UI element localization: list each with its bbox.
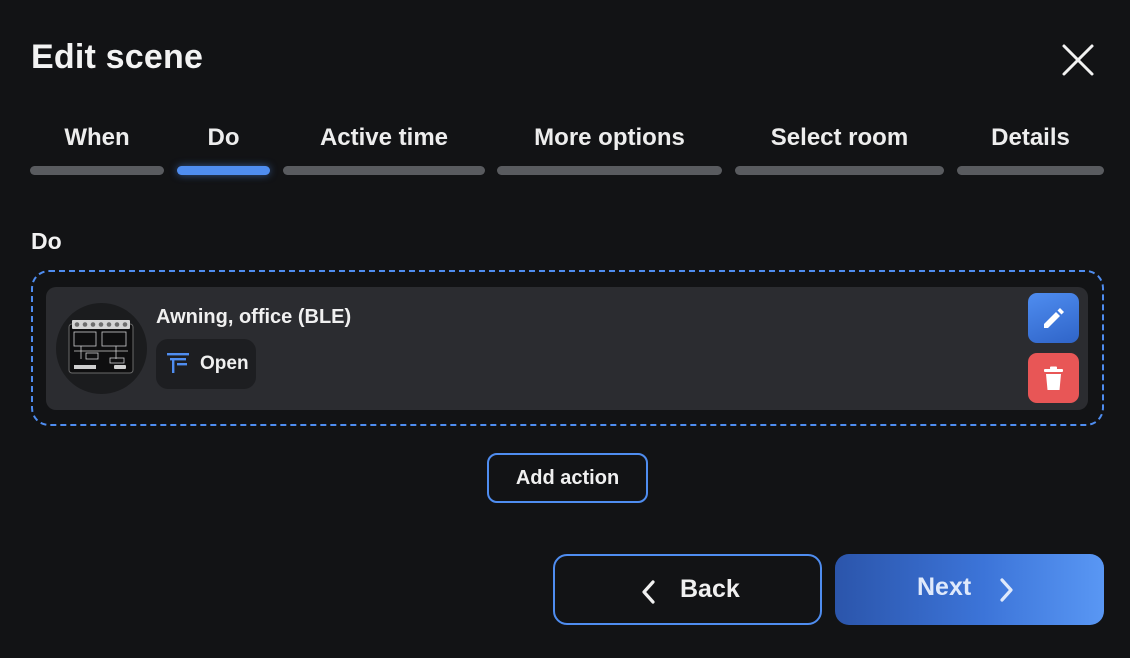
back-button-label: Back <box>680 575 740 603</box>
delete-action-button[interactable] <box>1028 353 1079 403</box>
tab-label: More options <box>534 124 685 151</box>
dialog-title: Edit scene <box>31 38 204 76</box>
next-button[interactable]: Next <box>835 554 1104 625</box>
back-button[interactable]: Back <box>553 554 822 625</box>
tab-indicator-active <box>177 166 270 175</box>
action-state-chip: Open <box>156 339 256 389</box>
chevron-right-icon <box>1000 578 1013 602</box>
tab-label: Details <box>991 124 1070 151</box>
tab-label: Select room <box>770 124 909 151</box>
tab-indicator <box>957 166 1104 175</box>
close-button[interactable] <box>1058 40 1098 80</box>
pencil-icon <box>1044 308 1064 328</box>
add-action-button[interactable]: Add action <box>487 453 648 503</box>
edit-scene-dialog: Edit scene When Do Active time More opti… <box>0 0 1130 658</box>
tab-indicator <box>735 166 944 175</box>
shelly-device-image <box>68 320 134 374</box>
tab-active-time[interactable]: Active time <box>283 120 485 180</box>
close-icon <box>1062 44 1094 76</box>
device-avatar <box>56 303 147 394</box>
tab-when[interactable]: When <box>30 120 164 180</box>
chevron-left-icon <box>642 580 655 604</box>
next-button-label: Next <box>917 573 972 601</box>
tab-more-options[interactable]: More options <box>497 120 722 180</box>
edit-action-button[interactable] <box>1028 293 1079 343</box>
section-heading: Do <box>31 228 62 254</box>
tab-label: Active time <box>319 124 449 151</box>
tab-indicator <box>30 166 164 175</box>
cover-open-icon <box>167 353 189 373</box>
device-name: Awning, office (BLE) <box>156 306 352 328</box>
tab-label: Do <box>207 124 240 151</box>
trash-icon <box>1044 366 1063 390</box>
tab-details[interactable]: Details <box>957 120 1104 180</box>
tab-select-room[interactable]: Select room <box>735 120 944 180</box>
tab-do[interactable]: Do <box>177 120 270 180</box>
action-state-label: Open <box>200 353 249 374</box>
tab-label: When <box>64 124 130 151</box>
tab-indicator <box>283 166 485 175</box>
tab-indicator <box>497 166 722 175</box>
